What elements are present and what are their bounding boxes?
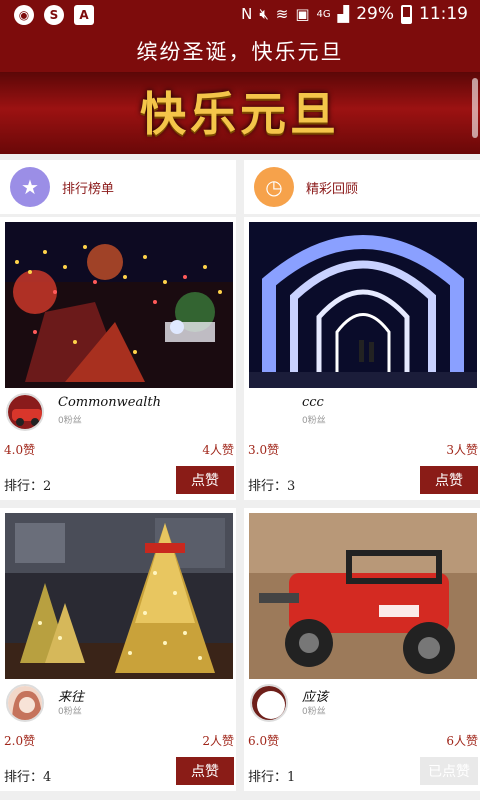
avatar[interactable] [250,684,288,722]
entry-photo[interactable] [249,222,477,388]
like-score: 3.0赞 [248,443,280,457]
fan-count: 0粉丝 [302,416,326,426]
like-score: 4.0赞 [4,443,36,457]
wifi-icon: ≋ [275,5,289,23]
like-button[interactable]: 点赞 [176,466,234,494]
category-label: 精彩回顾 [306,181,359,197]
like-button[interactable]: 点赞 [420,466,478,494]
user-name[interactable]: 应该 [302,686,328,705]
avatar[interactable] [6,684,44,722]
network-type: 4G [316,8,331,20]
entry-card[interactable]: ccc 0粉丝 3.0赞 3人赞 排行：3 点赞 [244,217,480,500]
clock-time: 11:19 [419,4,468,24]
user-name[interactable]: ccc [302,395,324,410]
vote-count: 4人赞 [202,443,234,457]
vote-count: 2人赞 [202,734,234,748]
entry-photo[interactable] [5,222,233,388]
entry-card[interactable]: 应该 0粉丝 6.0赞 6人赞 排行：1 已点赞 [244,508,480,791]
notification-icons: ◉ S A [14,5,94,25]
notification-font-icon: A [74,5,94,25]
promo-banner[interactable]: 快乐元旦 [0,72,480,154]
vote-count: 3人赞 [446,443,478,457]
user-name[interactable]: Commonwealth [58,395,161,410]
page-title: 缤纷圣诞，快乐元旦 [0,30,480,72]
battery-percent: 29% [356,4,394,24]
like-score: 6.0赞 [248,734,280,748]
entry-photo[interactable] [249,513,477,679]
rank-label: 排行：3 [248,479,296,494]
system-indicators: N 🔇︎ ≋ ▣ 4G ▟ 29% 11:19 [241,4,468,24]
category-review[interactable]: ◷ 精彩回顾 [244,160,480,214]
nfc-icon: N [241,5,253,23]
rank-label: 排行：4 [4,770,52,785]
banner-text: 快乐元旦 [140,87,340,141]
mute-icon: 🔇︎ [259,5,269,23]
medal-icon: ★ [10,167,50,207]
liked-button[interactable]: 已点赞 [420,757,478,785]
fan-count: 0粉丝 [302,707,326,717]
clock-icon: ◷ [254,167,294,207]
rank-label: 排行：1 [248,770,296,785]
entry-photo[interactable] [5,513,233,679]
sim-icon: ▣ [295,5,310,23]
avatar[interactable] [6,393,44,431]
signal-icon: ▟ [337,5,350,23]
scrollbar[interactable] [472,78,478,138]
notification-sync-icon: S [44,5,64,25]
category-ranking[interactable]: ★ 排行榜单 [0,160,236,214]
fan-count: 0粉丝 [58,707,82,717]
status-bar: ◉ S A N 🔇︎ ≋ ▣ 4G ▟ 29% 11:19 [0,0,480,30]
vote-count: 6人赞 [446,734,478,748]
category-label: 排行榜单 [62,181,115,197]
entry-card[interactable]: Commonwealth 0粉丝 4.0赞 4人赞 排行：2 点赞 [0,217,236,500]
user-name[interactable]: 来往 [58,686,84,705]
fan-count: 0粉丝 [58,416,82,426]
notification-app-icon: ◉ [14,5,34,25]
entry-card[interactable]: 来往 0粉丝 2.0赞 2人赞 排行：4 点赞 [0,508,236,791]
battery-icon [401,4,412,24]
like-button[interactable]: 点赞 [176,757,234,785]
like-score: 2.0赞 [4,734,36,748]
rank-label: 排行：2 [4,479,52,494]
